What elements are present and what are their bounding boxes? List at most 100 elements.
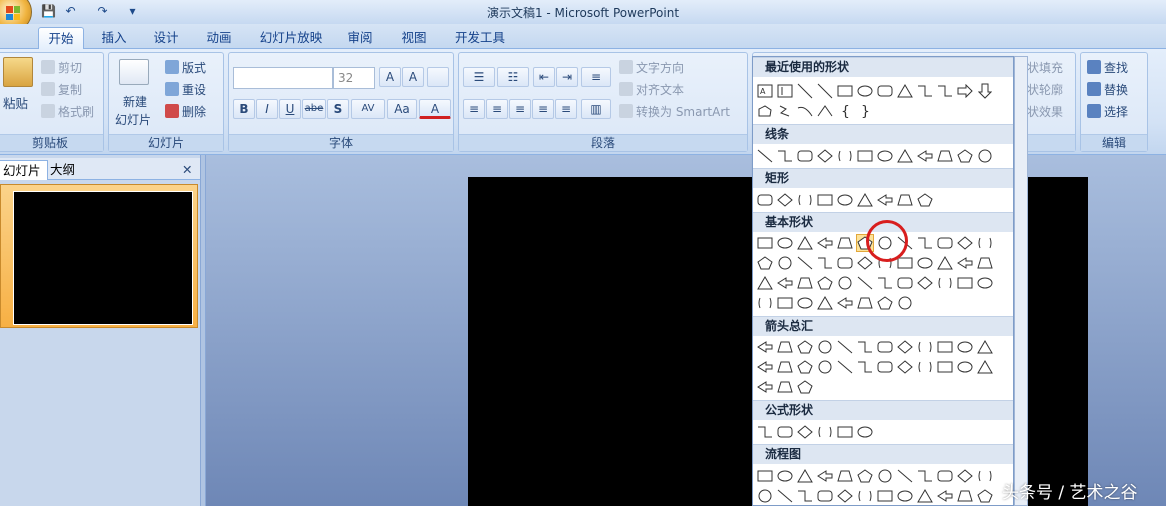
slide-thumbnail[interactable] [13,191,193,325]
equation-shape-icon[interactable] [856,423,874,441]
block-arrow-shape-icon[interactable] [896,358,914,376]
basic-shape-icon[interactable] [976,274,994,292]
basic-shape-icon[interactable] [796,254,814,272]
basic-shape-icon[interactable] [776,274,794,292]
line-shape-icon[interactable] [756,147,774,165]
vertical-textbox-icon[interactable] [776,82,794,100]
tab-review[interactable]: 审阅 [340,27,380,49]
basic-shape-icon[interactable] [756,294,774,312]
basic-shape-icon[interactable] [876,274,894,292]
smartart-button[interactable]: 转换为 SmartArt [619,103,730,120]
shrink-font-button[interactable]: A [402,67,424,87]
rectangle-shape-icon[interactable] [796,191,814,209]
reset-button[interactable]: 重设 [165,81,206,98]
block-arrow-shape-icon[interactable] [776,378,794,396]
flowchart-shape-icon[interactable] [796,487,814,505]
basic-shape-icon[interactable] [836,234,854,252]
scribble-icon[interactable] [776,102,794,120]
flowchart-shape-icon[interactable] [816,487,834,505]
new-slide-button-line1[interactable]: 新建 [123,93,147,110]
flowchart-shape-icon[interactable] [836,467,854,485]
font-color-button[interactable]: A [419,99,451,119]
decrease-indent-button[interactable]: ⇤ [533,67,555,87]
flowchart-shape-icon[interactable] [836,487,854,505]
basic-shape-icon[interactable] [816,234,834,252]
line-shape-icon[interactable] [816,147,834,165]
flowchart-shape-icon[interactable] [756,487,774,505]
tab-view[interactable]: 视图 [394,27,434,49]
layout-button[interactable]: 版式 [165,59,206,76]
basic-shape-icon[interactable] [956,254,974,272]
rectangle-shape-icon[interactable] [756,191,774,209]
basic-shape-icon[interactable] [956,274,974,292]
line-shape-icon[interactable] [896,147,914,165]
text-direction-button[interactable]: 文字方向 [619,59,684,76]
block-arrow-shape-icon[interactable] [796,358,814,376]
basic-shape-icon[interactable] [916,234,934,252]
copy-button[interactable]: 复制 [41,81,82,98]
tab-design[interactable]: 设计 [146,27,186,49]
flowchart-shape-icon[interactable] [876,467,894,485]
equation-shape-icon[interactable] [756,423,774,441]
line-shape-icon[interactable] [796,147,814,165]
equation-shape-icon[interactable] [796,423,814,441]
block-arrow-shape-icon[interactable] [936,338,954,356]
rectangle-icon[interactable] [836,82,854,100]
basic-shape-icon[interactable] [816,294,834,312]
line-shape-icon[interactable] [976,147,994,165]
increase-indent-button[interactable]: ⇥ [556,67,578,87]
line-shape-icon[interactable] [956,147,974,165]
basic-shape-icon[interactable] [796,274,814,292]
columns-button[interactable]: ▥ [581,99,611,119]
basic-shape-icon[interactable] [836,274,854,292]
block-arrow-shape-icon[interactable] [976,338,994,356]
distribute-button[interactable]: ≡ [555,99,577,119]
block-arrow-shape-icon[interactable] [916,358,934,376]
right-brace-icon[interactable]: } [856,102,874,120]
block-arrow-shape-icon[interactable] [816,338,834,356]
flowchart-shape-icon[interactable] [876,487,894,505]
cut-button[interactable]: 剪切 [41,59,82,76]
bold-button[interactable]: B [233,99,255,119]
flowchart-shape-icon[interactable] [776,467,794,485]
font-name-box[interactable] [233,67,333,89]
rectangle-shape-icon[interactable] [856,191,874,209]
flowchart-shape-icon[interactable] [856,467,874,485]
block-arrow-shape-icon[interactable] [876,338,894,356]
numbering-button[interactable]: ☷ [497,67,529,87]
basic-shape-icon[interactable] [776,234,794,252]
block-arrow-shape-icon[interactable] [776,358,794,376]
basic-shape-icon[interactable] [876,294,894,312]
tab-developer[interactable]: 开发工具 [448,27,512,49]
change-case-button[interactable]: Aa [387,99,417,119]
italic-button[interactable]: I [256,99,278,119]
basic-shape-icon[interactable] [836,254,854,272]
line-shape-icon[interactable] [856,147,874,165]
find-button[interactable]: 查找 [1087,59,1128,76]
basic-shape-icon[interactable] [796,294,814,312]
flowchart-shape-icon[interactable] [976,487,994,505]
align-text-button[interactable]: 对齐文本 [619,81,684,98]
left-brace-icon[interactable]: { [836,102,854,120]
flowchart-shape-icon[interactable] [936,467,954,485]
flowchart-shape-icon[interactable] [896,487,914,505]
flowchart-shape-icon[interactable] [776,487,794,505]
rectangle-shape-icon[interactable] [896,191,914,209]
elbow-connector-icon[interactable] [916,82,934,100]
flowchart-shape-icon[interactable] [956,467,974,485]
basic-shape-icon[interactable] [936,254,954,272]
basic-shape-icon[interactable] [816,254,834,272]
format-painter-button[interactable]: 格式刷 [41,103,94,120]
rectangle-shape-icon[interactable] [836,191,854,209]
block-arrow-shape-icon[interactable] [796,338,814,356]
align-center-button[interactable]: ≡ [486,99,508,119]
rectangle-shape-icon[interactable] [876,191,894,209]
block-arrow-shape-icon[interactable] [796,378,814,396]
basic-shape-icon[interactable] [936,274,954,292]
flowchart-shape-icon[interactable] [756,467,774,485]
new-slide-button-line2[interactable]: 幻灯片 [115,111,151,128]
basic-shape-icon[interactable] [856,274,874,292]
triangle-icon[interactable] [896,82,914,100]
rounded-rectangle-icon[interactable] [876,82,894,100]
basic-shape-icon[interactable] [976,254,994,272]
